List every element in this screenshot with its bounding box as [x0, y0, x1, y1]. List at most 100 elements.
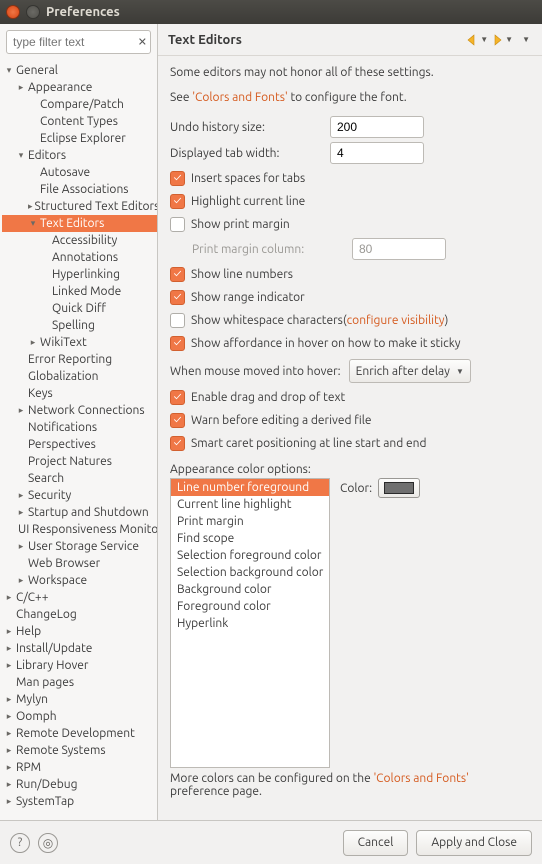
- tree-item[interactable]: Annotations: [2, 249, 157, 266]
- tree-item[interactable]: Eclipse Explorer: [2, 130, 157, 147]
- color-option[interactable]: Print margin: [171, 513, 329, 530]
- footnote-colors-fonts-link[interactable]: 'Colors and Fonts': [373, 772, 468, 785]
- print-margin-label: Show print margin: [191, 218, 290, 231]
- cancel-button[interactable]: Cancel: [343, 830, 409, 856]
- apply-close-button[interactable]: Apply and Close: [416, 830, 532, 856]
- tree-collapsed-icon: ▸: [4, 796, 14, 807]
- nav-forward-icon[interactable]: [490, 33, 504, 47]
- tree-item[interactable]: ▸Run/Debug: [2, 776, 157, 793]
- tree-item[interactable]: Web Browser: [2, 555, 157, 572]
- color-option[interactable]: Line number foreground: [171, 479, 329, 496]
- tree-item[interactable]: Keys: [2, 385, 157, 402]
- tree-item[interactable]: UI Responsiveness Monitoring: [2, 521, 157, 538]
- nav-forward-menu-icon[interactable]: ▼: [504, 35, 515, 44]
- tree-item[interactable]: ▸Help: [2, 623, 157, 640]
- hover-affordance-checkbox[interactable]: ✓: [170, 336, 185, 351]
- undo-history-label: Undo history size:: [170, 121, 330, 134]
- tab-width-label: Displayed tab width:: [170, 147, 330, 160]
- tree-item[interactable]: Hyperlinking: [2, 266, 157, 283]
- tree-item-label: Notifications: [26, 421, 99, 434]
- print-margin-checkbox[interactable]: [170, 217, 185, 232]
- tree-item[interactable]: ▾Editors: [2, 147, 157, 164]
- tree-item-label: Install/Update: [14, 642, 94, 655]
- color-option[interactable]: Current line highlight: [171, 496, 329, 513]
- color-option[interactable]: Selection background color: [171, 564, 329, 581]
- tree-item[interactable]: ▸Security: [2, 487, 157, 504]
- tree-item[interactable]: ChangeLog: [2, 606, 157, 623]
- warn-derived-checkbox[interactable]: ✓: [170, 413, 185, 428]
- tree-item[interactable]: Perspectives: [2, 436, 157, 453]
- tree-item[interactable]: ▸RPM: [2, 759, 157, 776]
- smart-caret-checkbox[interactable]: ✓: [170, 436, 185, 451]
- tree-item[interactable]: Error Reporting: [2, 351, 157, 368]
- insert-spaces-checkbox[interactable]: ✓: [170, 171, 185, 186]
- tree-item[interactable]: ▸Network Connections: [2, 402, 157, 419]
- line-numbers-checkbox[interactable]: ✓: [170, 267, 185, 282]
- colors-fonts-link[interactable]: 'Colors and Fonts': [192, 91, 287, 104]
- tree-item[interactable]: Linked Mode: [2, 283, 157, 300]
- preferences-tree[interactable]: ▾General▸AppearanceCompare/PatchContent …: [0, 60, 157, 820]
- tree-item[interactable]: Project Natures: [2, 453, 157, 470]
- tree-item[interactable]: ▾General: [2, 62, 157, 79]
- tree-item[interactable]: ▸C/C++: [2, 589, 157, 606]
- color-option[interactable]: Selection foreground color: [171, 547, 329, 564]
- tree-item[interactable]: ▸Workspace: [2, 572, 157, 589]
- tree-item[interactable]: ▸Appearance: [2, 79, 157, 96]
- tree-item-label: SystemTap: [14, 795, 76, 808]
- tree-item[interactable]: ▸Startup and Shutdown: [2, 504, 157, 521]
- filter-input[interactable]: [6, 30, 151, 54]
- page-menu-icon[interactable]: ▼: [521, 35, 532, 44]
- tree-item[interactable]: Compare/Patch: [2, 96, 157, 113]
- color-option[interactable]: Find scope: [171, 530, 329, 547]
- tree-item[interactable]: ▾Text Editors: [2, 215, 157, 232]
- nav-back-menu-icon[interactable]: ▼: [479, 35, 490, 44]
- hover-mode-label: When mouse moved into hover:: [170, 365, 341, 378]
- tree-item[interactable]: ▸Oomph: [2, 708, 157, 725]
- tree-item-label: Structured Text Editors: [33, 200, 157, 213]
- dnd-checkbox[interactable]: ✓: [170, 390, 185, 405]
- tree-item[interactable]: Spelling: [2, 317, 157, 334]
- margin-column-label: Print margin column:: [192, 243, 352, 256]
- color-options-list[interactable]: Line number foregroundCurrent line highl…: [170, 478, 330, 768]
- tree-item[interactable]: Search: [2, 470, 157, 487]
- tree-item[interactable]: Accessibility: [2, 232, 157, 249]
- tree-item[interactable]: Autosave: [2, 164, 157, 181]
- tree-item[interactable]: ▸WikiText: [2, 334, 157, 351]
- color-picker-button[interactable]: [378, 478, 420, 498]
- nav-back-icon[interactable]: [465, 33, 479, 47]
- tree-item[interactable]: ▸Mylyn: [2, 691, 157, 708]
- import-export-icon[interactable]: ◎: [38, 833, 58, 853]
- color-option[interactable]: Background color: [171, 581, 329, 598]
- tree-item[interactable]: Content Types: [2, 113, 157, 130]
- titlebar: Preferences: [0, 0, 542, 24]
- minimize-icon[interactable]: [26, 5, 40, 19]
- color-option[interactable]: Hyperlink: [171, 615, 329, 632]
- tree-expanded-icon: ▾: [16, 150, 26, 161]
- tree-item[interactable]: ▸Remote Systems: [2, 742, 157, 759]
- tree-item[interactable]: Globalization: [2, 368, 157, 385]
- whitespace-checkbox[interactable]: [170, 313, 185, 328]
- range-indicator-checkbox[interactable]: ✓: [170, 290, 185, 305]
- tree-item[interactable]: ▸Structured Text Editors: [2, 198, 157, 215]
- configure-visibility-link[interactable]: configure visibility: [347, 314, 445, 327]
- tree-item-label: Autosave: [38, 166, 92, 179]
- tree-item[interactable]: ▸Library Hover: [2, 657, 157, 674]
- tree-item-label: Workspace: [26, 574, 89, 587]
- undo-history-input[interactable]: [330, 116, 424, 138]
- clear-filter-icon[interactable]: ✕: [138, 36, 147, 49]
- tree-item[interactable]: File Associations: [2, 181, 157, 198]
- tab-width-input[interactable]: [330, 142, 424, 164]
- tree-item[interactable]: ▸SystemTap: [2, 793, 157, 810]
- tree-item[interactable]: ▸Remote Development: [2, 725, 157, 742]
- tree-item[interactable]: Notifications: [2, 419, 157, 436]
- close-icon[interactable]: [6, 5, 20, 19]
- tree-item[interactable]: ▸Install/Update: [2, 640, 157, 657]
- highlight-line-checkbox[interactable]: ✓: [170, 194, 185, 209]
- color-option[interactable]: Foreground color: [171, 598, 329, 615]
- hover-mode-combo[interactable]: Enrich after delay ▼: [349, 359, 471, 383]
- help-icon[interactable]: ?: [10, 833, 30, 853]
- tree-item[interactable]: Man pages: [2, 674, 157, 691]
- tree-item[interactable]: ▸User Storage Service: [2, 538, 157, 555]
- tree-item-label: Library Hover: [14, 659, 90, 672]
- tree-item[interactable]: Quick Diff: [2, 300, 157, 317]
